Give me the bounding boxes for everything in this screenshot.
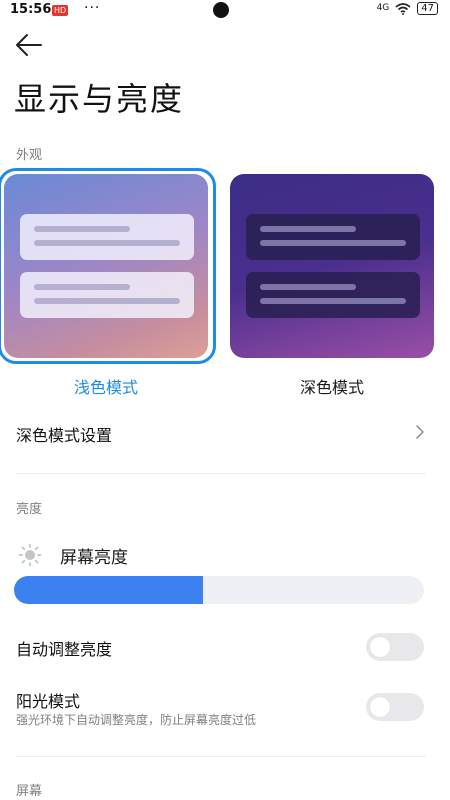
status-time: 15:56 xyxy=(10,2,52,17)
status-badge: HD xyxy=(52,5,69,16)
dark-mode-settings-item[interactable]: 深色模式设置 xyxy=(16,422,112,446)
chevron-right-icon xyxy=(416,425,424,439)
dark-mode-label[interactable]: 深色模式 xyxy=(227,374,437,398)
wifi-icon xyxy=(395,2,411,15)
dark-mode-card[interactable] xyxy=(230,174,434,358)
sunlight-mode-label: 阳光模式 xyxy=(16,692,81,711)
light-mode-card[interactable] xyxy=(4,174,208,358)
sun-icon xyxy=(18,543,42,567)
light-preview-item xyxy=(20,272,194,318)
status-right: 4G 47 xyxy=(377,2,438,15)
toggle-knob xyxy=(370,637,390,657)
preview-bar xyxy=(260,226,356,232)
light-mode-label[interactable]: 浅色模式 xyxy=(1,374,211,398)
signal-icon: 4G xyxy=(376,3,390,13)
brightness-section-label: 亮度 xyxy=(16,502,43,517)
battery-icon: 47 xyxy=(417,2,438,15)
camera-icon xyxy=(213,2,229,18)
preview-bar xyxy=(34,284,130,290)
dark-preview-item xyxy=(246,214,420,260)
page-title: 显示与亮度 xyxy=(14,80,185,118)
status-bar: 15:56 HD ··· 4G 47 xyxy=(0,0,450,22)
preview-bar xyxy=(260,240,406,246)
divider xyxy=(16,756,426,757)
screen-brightness-label: 屏幕亮度 xyxy=(60,548,128,568)
auto-brightness-toggle[interactable] xyxy=(366,633,424,661)
dark-preview-item xyxy=(246,272,420,318)
brightness-slider[interactable] xyxy=(14,576,424,604)
screen-section-label: 屏幕 xyxy=(16,784,43,799)
back-arrow-icon[interactable] xyxy=(14,32,44,58)
status-notification-dots: ··· xyxy=(84,0,101,16)
brightness-slider-fill xyxy=(14,576,203,604)
preview-bar xyxy=(34,240,180,246)
appearance-section-label: 外观 xyxy=(16,148,43,163)
preview-bar xyxy=(34,226,130,232)
sunlight-mode-description: 强光环境下自动调整亮度，防止屏幕亮度过低 xyxy=(16,713,257,727)
light-preview-item xyxy=(20,214,194,260)
divider xyxy=(16,473,426,474)
preview-bar xyxy=(34,298,180,304)
toggle-knob xyxy=(370,697,390,717)
auto-brightness-label: 自动调整亮度 xyxy=(16,640,113,659)
sunlight-mode-toggle[interactable] xyxy=(366,693,424,721)
preview-bar xyxy=(260,284,356,290)
preview-bar xyxy=(260,298,406,304)
